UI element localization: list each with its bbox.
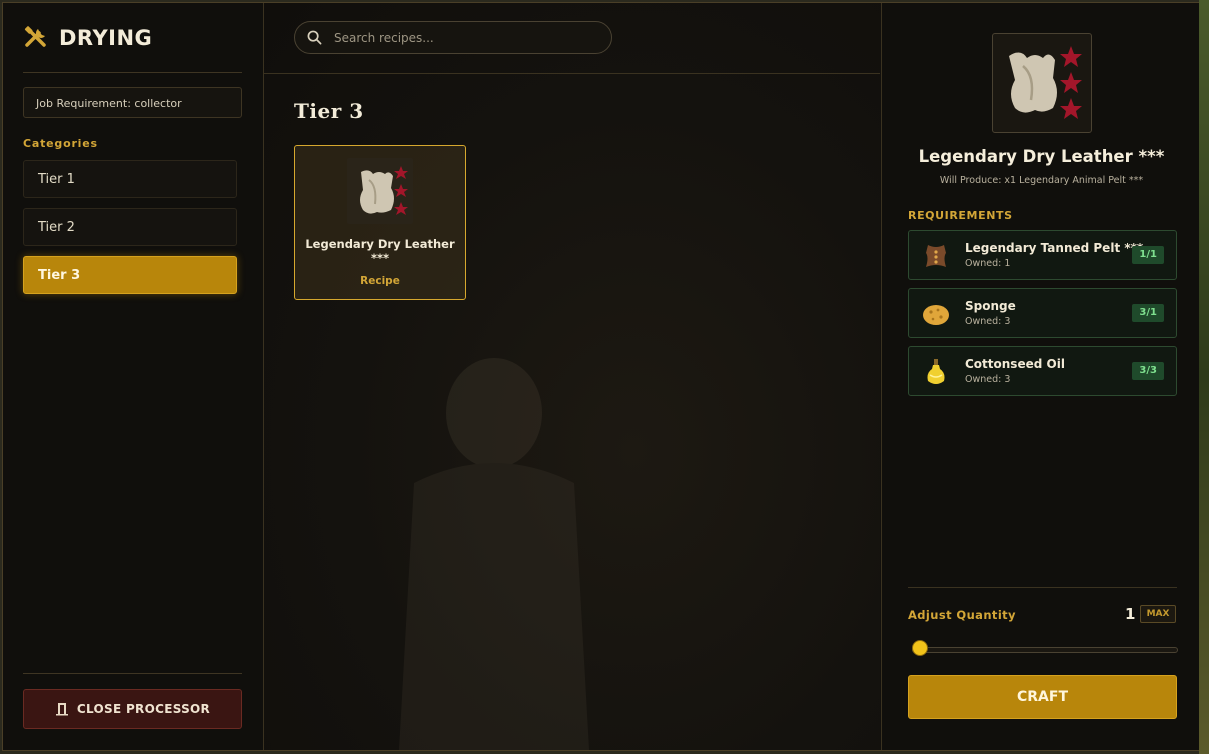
background-edge: [1199, 0, 1209, 754]
job-requirement: Job Requirement: collector: [23, 87, 242, 118]
divider: [908, 587, 1177, 588]
slider-thumb[interactable]: [912, 640, 928, 656]
requirement-owned: Owned: 3: [965, 374, 1011, 385]
item-preview: [992, 33, 1092, 133]
category-tier-3[interactable]: Tier 3: [23, 256, 237, 294]
processor-window: DRYING Job Requirement: collector Catego…: [2, 2, 1201, 751]
requirement-name: Cottonseed Oil: [965, 357, 1065, 371]
requirement-owned: Owned: 1: [965, 258, 1011, 269]
max-button[interactable]: MAX: [1140, 605, 1176, 623]
divider: [264, 73, 880, 74]
tanned-pelt-icon: [926, 245, 946, 267]
requirement-owned: Owned: 3: [965, 316, 1011, 327]
close-processor-button[interactable]: CLOSE PROCESSOR: [23, 689, 242, 729]
search-input[interactable]: [332, 29, 596, 46]
page-title: DRYING: [59, 26, 153, 50]
section-title: Tier 3: [294, 99, 364, 123]
requirement-name: Legendary Tanned Pelt ***: [965, 241, 1144, 255]
categories-label: Categories: [23, 137, 98, 150]
requirement-badge: 1/1: [1132, 246, 1164, 264]
quantity-slider[interactable]: [912, 647, 1178, 653]
quantity-value: 1: [1125, 605, 1136, 623]
recipe-browser: Tier 3 Legendary Dry Leather *** Recipe: [264, 3, 880, 750]
quantity-label: Adjust Quantity: [908, 608, 1016, 622]
recipe-tag: Recipe: [360, 275, 400, 287]
search-bar[interactable]: [294, 21, 612, 54]
requirement-row: Cottonseed Oil Owned: 3 3/3: [908, 346, 1177, 396]
animal-pelt-icon: [1009, 46, 1082, 119]
oil-bottle-icon: [927, 359, 945, 384]
recipe-card[interactable]: Legendary Dry Leather *** Recipe: [294, 145, 466, 300]
craft-button[interactable]: CRAFT: [908, 675, 1177, 719]
recipe-detail-panel: Legendary Dry Leather *** Will Produce: …: [881, 3, 1201, 750]
requirements-label: REQUIREMENTS: [908, 209, 1013, 222]
door-exit-icon: [55, 703, 68, 716]
recipe-thumbnail: [347, 158, 413, 224]
category-tier-2[interactable]: Tier 2: [23, 208, 237, 246]
requirement-row: Sponge Owned: 3 3/1: [908, 288, 1177, 338]
sponge-icon: [923, 305, 949, 325]
divider: [23, 72, 242, 73]
category-tier-1[interactable]: Tier 1: [23, 160, 237, 198]
animal-pelt-icon: [360, 166, 408, 215]
tools-icon: [24, 26, 46, 47]
search-icon: [307, 30, 322, 45]
sidebar: DRYING Job Requirement: collector Catego…: [3, 3, 264, 750]
requirement-name: Sponge: [965, 299, 1016, 313]
requirement-badge: 3/3: [1132, 362, 1164, 380]
background-figure: [399, 358, 589, 750]
close-processor-label: CLOSE PROCESSOR: [76, 702, 211, 716]
divider: [23, 673, 242, 674]
item-title: Legendary Dry Leather ***: [918, 147, 1165, 166]
recipe-name: Legendary Dry Leather ***: [305, 237, 455, 265]
requirement-row: Legendary Tanned Pelt *** Owned: 1 1/1: [908, 230, 1177, 280]
requirement-badge: 3/1: [1132, 304, 1164, 322]
item-produces: Will Produce: x1 Legendary Animal Pelt *…: [939, 175, 1144, 186]
title-row: DRYING: [23, 25, 152, 51]
